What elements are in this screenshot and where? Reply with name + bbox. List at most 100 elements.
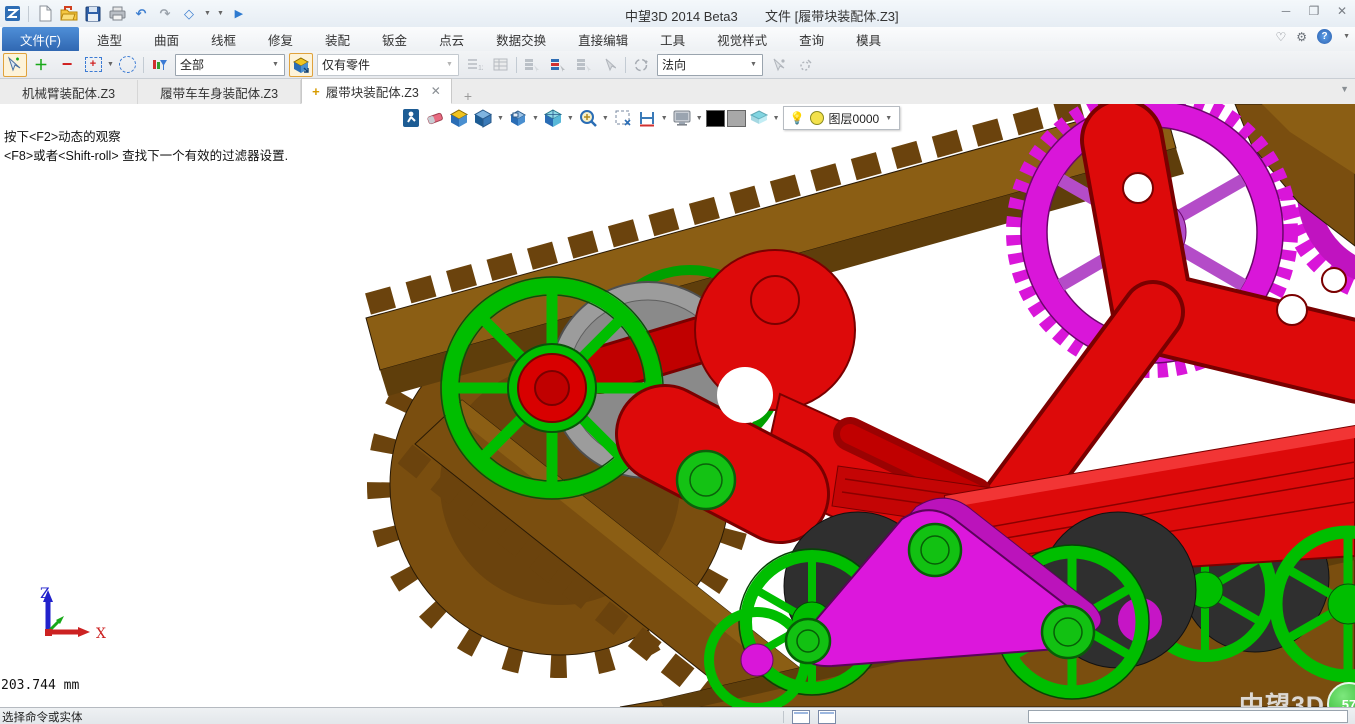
display-mode-caret[interactable]: ▼ xyxy=(696,115,703,122)
message-log-icon[interactable] xyxy=(818,710,836,724)
pick-tool-icon[interactable] xyxy=(3,53,27,77)
menu-tools[interactable]: 工具 xyxy=(646,27,699,52)
filter-icon[interactable] xyxy=(147,53,171,77)
axis-z-label: Z xyxy=(40,586,50,602)
layer-color-icon[interactable] xyxy=(810,111,824,125)
magnet-snap-icon[interactable] xyxy=(793,53,817,77)
qat-customize-caret[interactable]: ▼ xyxy=(217,10,224,17)
new-file-icon[interactable] xyxy=(35,4,55,24)
color-swatch-black[interactable] xyxy=(706,110,725,127)
app-logo-icon[interactable] xyxy=(2,4,22,24)
pick-box-icon[interactable]: + xyxy=(81,53,105,77)
orientation-combo[interactable]: 法向▼ xyxy=(657,54,763,76)
watermark-badge: 57 xyxy=(1327,682,1355,707)
restore-button[interactable]: ❐ xyxy=(1307,4,1321,18)
zoom-icon[interactable] xyxy=(577,107,599,129)
part-filter-combo[interactable]: 仅有零件▼ xyxy=(317,54,459,76)
entity-filter-combo[interactable]: 全部▼ xyxy=(175,54,285,76)
view-manager-caret[interactable]: ▼ xyxy=(204,10,211,17)
menu-dataexchange[interactable]: 数据交换 xyxy=(482,27,560,52)
tab-robot-arm-assembly[interactable]: 机械臂装配体.Z3 xyxy=(0,80,138,104)
menu-mold[interactable]: 模具 xyxy=(842,27,895,52)
help-caret[interactable]: ▼ xyxy=(1343,33,1350,40)
tab-track-block-assembly[interactable]: + 履带块装配体.Z3 ✕ xyxy=(301,78,452,104)
pick-lasso-circle-icon[interactable] xyxy=(116,53,140,77)
layer-combo[interactable]: 💡 图层0000 ▼ xyxy=(783,106,901,130)
display-mode-icon[interactable] xyxy=(671,107,693,129)
plate-boss-right xyxy=(1042,606,1094,658)
selection-toolbar: ＋ − + ▼ 全部▼ 仅有零件▼ 123 xyxy=(0,51,1355,79)
menu-shape[interactable]: 造型 xyxy=(83,27,136,52)
watermark-logo-text: 中望3D xyxy=(1239,686,1325,707)
menu-repair[interactable]: 修复 xyxy=(254,27,307,52)
graphics-viewport[interactable]: ▼ ▼ ▼ ▼ ▼ ▼ ▼ 💡 xyxy=(0,104,1355,707)
minimize-button[interactable]: ─ xyxy=(1279,4,1293,18)
favorite-icon[interactable]: ♡ xyxy=(1276,30,1287,44)
color-swatch-gray[interactable] xyxy=(727,110,746,127)
menu-file[interactable]: 文件(F) xyxy=(2,27,79,52)
layer-caret[interactable]: ▼ xyxy=(885,115,892,122)
list-table-icon[interactable] xyxy=(489,53,513,77)
open-file-icon[interactable] xyxy=(59,4,79,24)
tab-modified-icon: + xyxy=(312,84,320,99)
print-icon[interactable] xyxy=(107,4,127,24)
menu-wireframe[interactable]: 线框 xyxy=(197,27,250,52)
zoom-window-icon[interactable] xyxy=(612,107,634,129)
tab-vehicle-body-assembly[interactable]: 履带车车身装配体.Z3 xyxy=(138,80,301,104)
stack-filter-a-icon[interactable] xyxy=(520,53,544,77)
assembly-3d-model[interactable] xyxy=(0,104,1355,707)
settings-gear-icon[interactable]: ⚙ xyxy=(1296,30,1307,44)
view-wireframe-caret[interactable]: ▼ xyxy=(567,115,574,122)
view-orientation-caret[interactable]: ▼ xyxy=(532,115,539,122)
stack-filter-b-icon[interactable] xyxy=(546,53,570,77)
view-wireframe-icon[interactable] xyxy=(542,107,564,129)
exit-environment-icon[interactable] xyxy=(400,107,422,129)
menu-inquire[interactable]: 查询 xyxy=(785,27,838,52)
menu-visualstyle[interactable]: 视觉样式 xyxy=(703,27,781,52)
status-bar: 选择命令或实体 xyxy=(0,707,1355,724)
watermark: 中望3D 57 xyxy=(1239,682,1353,707)
save-icon[interactable] xyxy=(83,4,103,24)
eraser-icon[interactable] xyxy=(424,107,446,129)
redo-icon[interactable]: ↷ xyxy=(155,4,175,24)
view-orientation-icon[interactable] xyxy=(507,107,529,129)
zoom-caret[interactable]: ▼ xyxy=(602,115,609,122)
transparency-icon[interactable] xyxy=(748,107,770,129)
remove-selection-icon[interactable]: − xyxy=(55,53,79,77)
layer-visibility-bulb-icon[interactable]: 💡 xyxy=(790,111,805,125)
pick-box-caret[interactable]: ▼ xyxy=(107,61,114,68)
quick-access-toolbar: ↶ ↷ ◇ ▼ ▼ ▶ xyxy=(2,2,249,25)
close-button[interactable]: ✕ xyxy=(1335,4,1349,18)
panel-toggle-icon[interactable] xyxy=(792,710,810,724)
list-numbered-icon[interactable]: 123 xyxy=(463,53,487,77)
menu-surface[interactable]: 曲面 xyxy=(140,27,193,52)
document-tab-bar: 机械臂装配体.Z3 履带车车身装配体.Z3 + 履带块装配体.Z3 ✕ + ▼ xyxy=(0,79,1355,105)
view-manager-icon[interactable]: ◇ xyxy=(179,4,199,24)
status-message: 选择命令或实体 xyxy=(2,709,83,724)
view-shaded-caret[interactable]: ▼ xyxy=(497,115,504,122)
menu-assembly[interactable]: 装配 xyxy=(311,27,364,52)
reorient-icon[interactable] xyxy=(629,53,653,77)
transparency-caret[interactable]: ▼ xyxy=(773,115,780,122)
help-icon[interactable]: ? xyxy=(1317,29,1332,44)
status-input-field[interactable] xyxy=(1028,710,1348,723)
menu-pointcloud[interactable]: 点云 xyxy=(425,27,478,52)
red-arm-boss xyxy=(751,276,799,324)
tab-close-icon[interactable]: ✕ xyxy=(431,84,441,98)
reference-manager-icon[interactable] xyxy=(289,53,313,77)
view-isometric-icon[interactable] xyxy=(448,107,470,129)
stack-filter-c-icon[interactable] xyxy=(572,53,596,77)
align-plane-icon[interactable] xyxy=(636,107,658,129)
pick-last-icon[interactable] xyxy=(598,53,622,77)
new-tab-button[interactable]: + xyxy=(452,88,484,104)
tab-list-chevron-icon[interactable]: ▼ xyxy=(1340,84,1349,94)
view-shaded-icon[interactable] xyxy=(472,107,494,129)
menu-sheetmetal[interactable]: 钣金 xyxy=(368,27,421,52)
add-selection-icon[interactable]: ＋ xyxy=(29,53,53,77)
red-arm-gap xyxy=(717,367,773,423)
align-plane-caret[interactable]: ▼ xyxy=(661,115,668,122)
play-macro-icon[interactable]: ▶ xyxy=(229,4,249,24)
undo-icon[interactable]: ↶ xyxy=(131,4,151,24)
pick-point-icon[interactable] xyxy=(767,53,791,77)
menu-directedit[interactable]: 直接编辑 xyxy=(564,27,642,52)
